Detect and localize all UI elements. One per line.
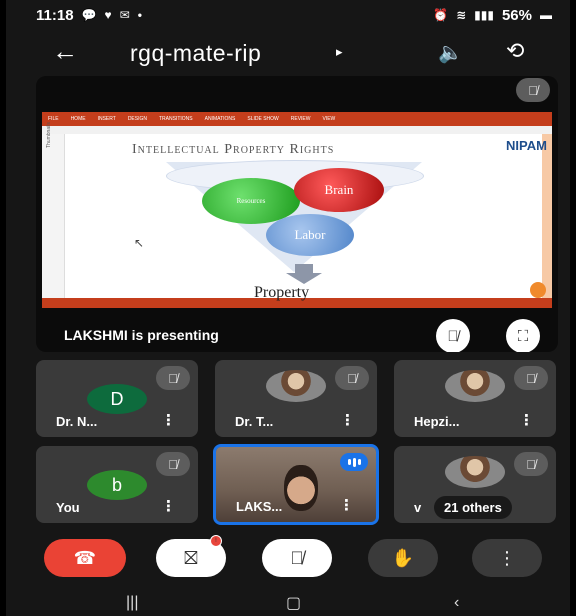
thumbnails-label: Thumbnails	[46, 122, 52, 148]
back-nav-icon[interactable]: ‹	[454, 594, 459, 612]
mouse-cursor-icon: ↖	[134, 236, 145, 250]
signal-icon: ▮▮▮	[474, 8, 494, 22]
camera-off-icon: ⛝	[184, 547, 198, 568]
avatar: b	[87, 470, 147, 500]
dot-icon: •	[137, 8, 142, 22]
hand-icon: ✋	[391, 547, 415, 568]
speaker-face	[284, 465, 318, 511]
orange-dot	[530, 282, 546, 298]
mic-off-icon: 🎙̸	[516, 78, 550, 102]
participant-tile-others[interactable]: 🎙̸ v 21 others	[394, 446, 556, 523]
back-arrow-icon[interactable]: ←	[52, 36, 78, 67]
mic-off-icon: 🎙̸	[447, 327, 459, 345]
avatar-photo	[266, 370, 326, 402]
hang-up-icon: ☎	[73, 547, 97, 568]
ppt-tab: SLIDE SHOW	[247, 116, 279, 122]
participant-tile[interactable]: 🎙̸ Dr. T... ⋮	[215, 360, 377, 437]
more-options-icon[interactable]: ⋮	[161, 497, 176, 515]
participant-tile[interactable]: 🎙̸ Hepzi... ⋮	[394, 360, 556, 437]
camera-toggle-button[interactable]: ⛝ !	[156, 535, 226, 577]
recent-apps-icon[interactable]: |||	[126, 594, 138, 612]
mic-off-icon: 🎙̸	[156, 452, 190, 476]
slide-title: Intellectual Property Rights	[132, 142, 335, 157]
ppt-toolbar	[42, 126, 552, 134]
status-right: ⏰ ≋ ▮▮▮ 56% ▬	[433, 7, 552, 24]
ppt-tab: ANIMATIONS	[204, 116, 236, 122]
more-options-button[interactable]: ⋮	[472, 539, 542, 577]
avatar-photo	[445, 456, 505, 488]
home-icon[interactable]: ▢	[286, 593, 301, 613]
heart-icon: ♥	[104, 8, 112, 22]
ppt-tab: TRANSITIONS	[158, 116, 193, 122]
mail-icon: ✉	[119, 8, 130, 22]
ppt-thumbnail-pane: Thumbnails	[42, 122, 65, 298]
speaker-icon[interactable]: 🔈	[438, 40, 463, 65]
switch-camera-icon[interactable]: ⟲	[506, 38, 524, 64]
end-call-button[interactable]: ☎	[44, 539, 126, 577]
ppt-scrollbar	[542, 134, 552, 298]
participant-name: You	[56, 500, 80, 515]
presentation-mic-off-button[interactable]: 🎙̸	[436, 319, 470, 352]
presentation-tile[interactable]: 🎙̸ FILE HOME INSERT DESIGN TRANSITIONS A…	[36, 76, 558, 352]
more-options-icon[interactable]: ⋮	[161, 411, 176, 429]
meeting-details-chevron-icon[interactable]: ▸	[336, 44, 343, 60]
shared-slide: FILE HOME INSERT DESIGN TRANSITIONS ANIM…	[42, 112, 552, 308]
avatar: D	[87, 384, 147, 414]
brain-circle: Brain	[294, 168, 384, 212]
speaking-indicator-icon	[340, 453, 368, 471]
system-navbar: ||| ▢ ‹	[6, 590, 570, 616]
nipam-logo: NIPAM	[506, 138, 547, 153]
participant-tile-active-speaker[interactable]: LAKS... ⋮	[213, 444, 379, 525]
others-count: 21 others	[444, 500, 502, 515]
battery-level: 56%	[501, 6, 532, 24]
more-vertical-icon: ⋮	[498, 547, 516, 568]
alarm-icon: ⏰	[433, 8, 449, 22]
mic-off-icon: 🎙̸	[514, 452, 548, 476]
meeting-title[interactable]: rgq-mate-rip	[130, 40, 261, 67]
ppt-tab: REVIEW	[290, 116, 311, 122]
chat-icon: 💬	[81, 8, 97, 22]
status-bar: 11:18 💬 ♥ ✉ • ⏰ ≋ ▮▮▮ 56% ▬	[6, 0, 570, 30]
participant-prefix: v	[414, 500, 422, 515]
wifi-icon: ≋	[456, 8, 467, 22]
labor-circle: Labor	[266, 214, 354, 256]
mic-off-icon: 🎙̸	[290, 547, 304, 568]
status-left: 11:18 💬 ♥ ✉ •	[36, 7, 142, 24]
phone-screen: 11:18 💬 ♥ ✉ • ⏰ ≋ ▮▮▮ 56% ▬ ← rgq-mate-r…	[6, 0, 570, 616]
more-options-icon[interactable]: ⋮	[339, 496, 354, 514]
battery-icon: ▬	[540, 8, 552, 22]
participant-name: Hepzi...	[414, 414, 460, 429]
participant-tile[interactable]: 🎙̸ D Dr. N... ⋮	[36, 360, 198, 437]
slide-footer-text: Property	[254, 284, 310, 301]
avatar-photo	[445, 370, 505, 402]
raise-hand-button[interactable]: ✋	[368, 539, 438, 577]
mic-toggle-button[interactable]: 🎙̸	[262, 539, 332, 577]
call-controls: ☎ ⛝ ! 🎙̸ ✋ ⋮	[6, 530, 570, 590]
meeting-header: ← rgq-mate-rip ▸ 🔈 ⟲	[6, 30, 570, 74]
ppt-tab: VIEW	[322, 116, 336, 122]
camera-alert-badge: !	[210, 535, 222, 547]
participant-tile[interactable]: 🎙̸ b You ⋮	[36, 446, 198, 523]
mic-off-icon: 🎙̸	[156, 366, 190, 390]
ppt-tab: INSERT	[97, 116, 116, 122]
fullscreen-button[interactable]: ⛶	[506, 319, 540, 352]
more-options-icon[interactable]: ⋮	[340, 411, 355, 429]
ppt-ribbon: FILE HOME INSERT DESIGN TRANSITIONS ANIM…	[42, 112, 552, 126]
participant-name: LAKS...	[236, 499, 283, 514]
others-count-chip[interactable]: 21 others	[434, 496, 512, 519]
ppt-tab: DESIGN	[127, 116, 147, 122]
mic-off-icon: 🎙̸	[514, 366, 548, 390]
participant-name: Dr. N...	[56, 414, 98, 429]
more-options-icon[interactable]: ⋮	[519, 411, 534, 429]
mic-off-icon: 🎙̸	[335, 366, 369, 390]
status-time: 11:18	[36, 6, 74, 24]
ppt-tab: HOME	[70, 116, 86, 122]
fullscreen-icon: ⛶	[517, 327, 529, 345]
participant-name: Dr. T...	[235, 414, 274, 429]
presenter-label: LAKSHMI is presenting	[64, 327, 219, 343]
